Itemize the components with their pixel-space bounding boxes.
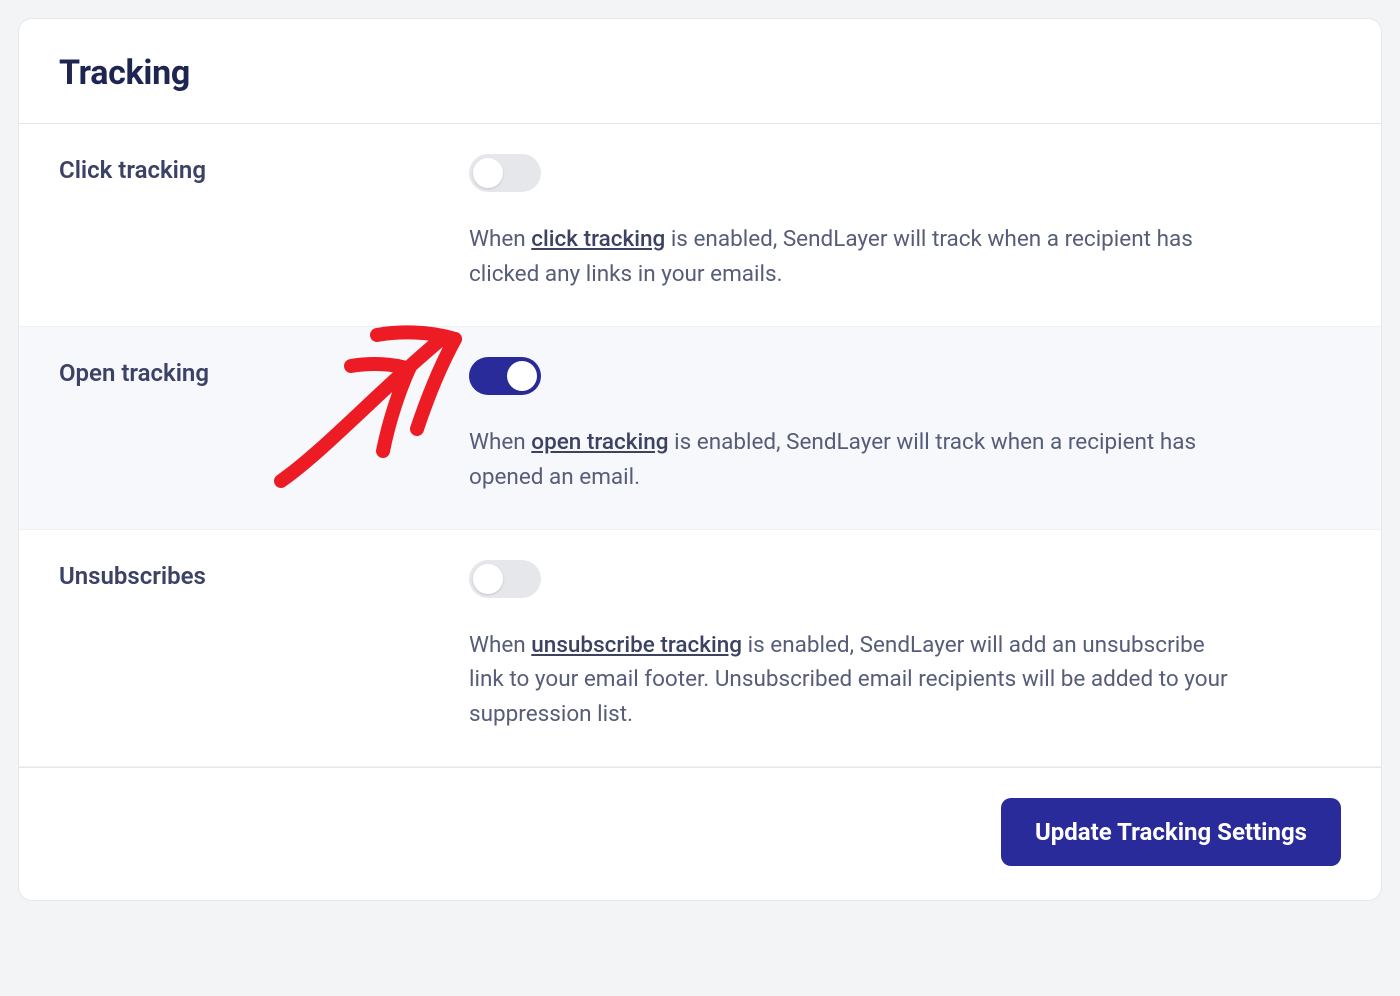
toggle-knob [473,158,503,188]
setting-label-click-tracking: Click tracking [59,154,469,292]
toggle-knob [473,564,503,594]
link-open-tracking[interactable]: open tracking [531,429,668,455]
setting-desc-unsubscribes: When unsubscribe tracking is enabled, Se… [469,628,1229,733]
setting-body-click-tracking: When click tracking is enabled, SendLaye… [469,154,1341,292]
setting-body-unsubscribes: When unsubscribe tracking is enabled, Se… [469,560,1341,733]
setting-label-open-tracking: Open tracking [59,357,469,495]
toggle-knob [507,361,537,391]
link-click-tracking[interactable]: click tracking [531,226,665,252]
toggle-open-tracking[interactable] [469,357,541,395]
toggle-click-tracking[interactable] [469,154,541,192]
setting-row-unsubscribes: Unsubscribes When unsubscribe tracking i… [19,530,1381,768]
setting-desc-click-tracking: When click tracking is enabled, SendLaye… [469,222,1229,292]
update-tracking-settings-button[interactable]: Update Tracking Settings [1001,798,1341,866]
card-footer: Update Tracking Settings [19,767,1381,900]
card-title: Tracking [59,53,1341,93]
setting-label-unsubscribes: Unsubscribes [59,560,469,733]
setting-body-open-tracking: When open tracking is enabled, SendLayer… [469,357,1341,495]
setting-row-open-tracking: Open tracking When open tracking is enab… [19,327,1381,530]
setting-desc-open-tracking: When open tracking is enabled, SendLayer… [469,425,1229,495]
toggle-unsubscribes[interactable] [469,560,541,598]
tracking-card: Tracking Click tracking When click track… [18,18,1382,901]
setting-row-click-tracking: Click tracking When click tracking is en… [19,124,1381,327]
card-header: Tracking [19,19,1381,124]
link-unsubscribe-tracking[interactable]: unsubscribe tracking [531,632,742,658]
